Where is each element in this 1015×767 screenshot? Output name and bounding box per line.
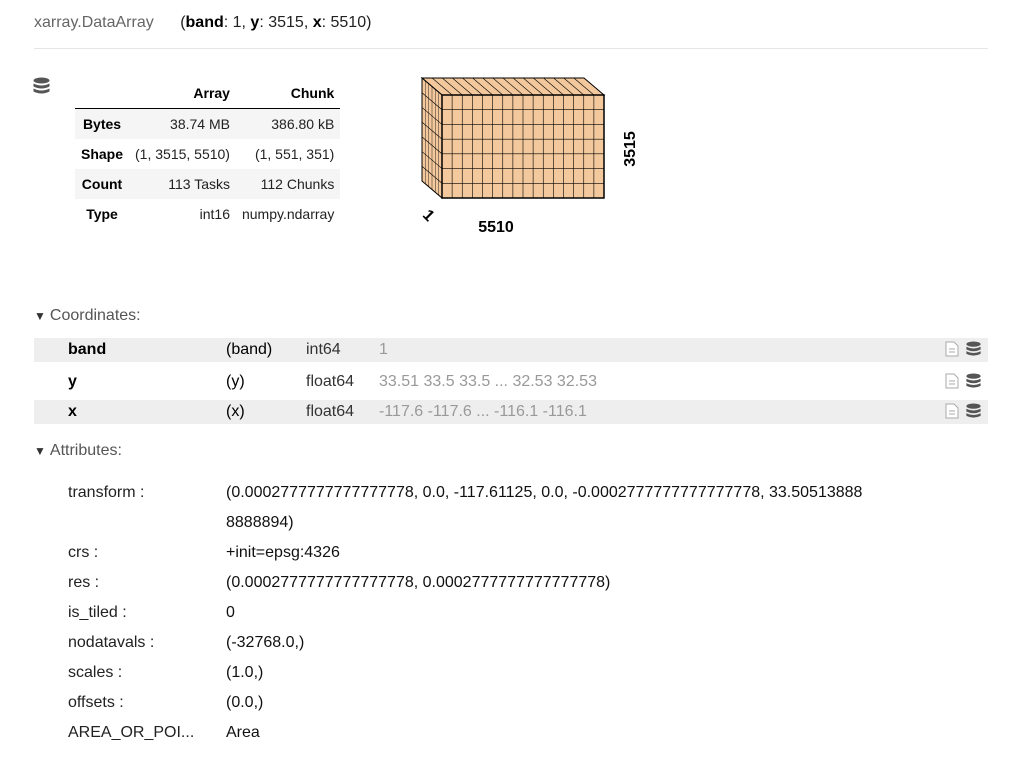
coord-dims: (band) [226, 341, 273, 358]
x-size-label: 5510 [478, 219, 514, 236]
chunk-value: numpy.ndarray [241, 206, 335, 222]
row-label: Count [81, 176, 123, 192]
row-label: Type [86, 206, 118, 222]
attribute-key: offsets : [68, 694, 124, 711]
attribute-key: is_tiled : [68, 604, 127, 621]
chunk-grid [420, 76, 606, 200]
array-value: (1, 3515, 5510) [135, 146, 230, 162]
chunk-diagram: 5510 3515 1 [419, 76, 639, 236]
coord-name: x [68, 403, 77, 420]
database-icon[interactable] [33, 77, 50, 95]
file-attributes-icon[interactable] [945, 403, 959, 419]
class-name: xarray.DataArray [34, 14, 154, 31]
header-divider [34, 48, 988, 49]
attribute-row: crs : +init=epsg:4326 [34, 538, 988, 568]
dim-name: x [312, 14, 322, 31]
attributes-section-toggle[interactable]: ▼ Attributes: [34, 442, 122, 460]
dims-summary: (band: 1, y: 3515, x: 5510) [180, 14, 372, 31]
col-header-array: Array [129, 78, 236, 109]
coord-name: y [68, 373, 77, 390]
dim-size: 3515 [268, 14, 304, 31]
attribute-value: (-32768.0,) [226, 634, 305, 651]
file-attributes-icon[interactable] [945, 341, 959, 357]
expand-triangle-icon: ▼ [34, 309, 46, 323]
attribute-key: transform : [68, 484, 145, 501]
database-icon[interactable] [965, 373, 982, 389]
table-row: Count 113 Tasks 112 Chunks [75, 169, 341, 199]
attribute-key: res : [68, 574, 100, 591]
chunk-value: 112 Chunks [260, 176, 335, 192]
dim-size: 5510 [330, 14, 367, 31]
coord-preview: -117.6 -117.6 ... -116.1 -116.1 [379, 403, 587, 420]
attribute-key: crs : [68, 544, 99, 561]
coord-dtype: float64 [306, 403, 355, 420]
col-header-chunk: Chunk [235, 78, 341, 109]
array-value: int16 [199, 206, 230, 222]
dim-name: band [185, 14, 224, 31]
row-label: Bytes [82, 116, 122, 132]
attribute-value: (0.0002777777777777778, 0.0, -117.61125,… [226, 484, 863, 531]
database-icon[interactable] [965, 341, 982, 357]
coord-name: band [68, 341, 107, 358]
array-value: 113 Tasks [168, 176, 230, 192]
coord-preview: 33.51 33.5 33.5 ... 32.53 32.53 [379, 373, 597, 390]
row-label: Shape [81, 146, 124, 162]
coordinate-row: y (y) float64 33.51 33.5 33.5 ... 32.53 … [34, 370, 988, 394]
table-row: Type int16 numpy.ndarray [75, 199, 340, 229]
chunk-value: (1, 551, 351) [254, 146, 335, 162]
chunk-value: 386.80 kB [271, 116, 335, 132]
array-value: 38.74 MB [170, 116, 230, 132]
coord-dims: (y) [226, 373, 245, 390]
attribute-value: (0.0,) [226, 694, 264, 711]
attribute-row: offsets : (0.0,) [34, 688, 988, 718]
depth-size-label: 1 [419, 207, 437, 225]
table-row: Bytes 38.74 MB 386.80 kB [75, 108, 341, 139]
coordinate-row: x (x) float64 -117.6 -117.6 ... -116.1 -… [34, 400, 988, 424]
attribute-key: AREA_OR_POI... [68, 724, 195, 741]
coordinates-section-toggle[interactable]: ▼ Coordinates: [34, 307, 141, 325]
file-attributes-icon[interactable] [945, 373, 959, 389]
attribute-row: transform : (0.0002777777777777778, 0.0,… [34, 478, 988, 538]
attribute-value: (1.0,) [226, 664, 264, 681]
corner-header [75, 78, 130, 109]
coordinate-row: band (band) int64 1 [34, 338, 988, 362]
attribute-row: res : (0.0002777777777777778, 0.00027777… [34, 568, 988, 598]
coord-dtype: float64 [306, 373, 355, 390]
attribute-value: 0 [226, 604, 235, 621]
coordinates-title: Coordinates: [49, 307, 141, 324]
attribute-value: Area [226, 724, 260, 741]
table-row: Shape (1, 3515, 5510) (1, 551, 351) [75, 139, 340, 169]
dim-name: y [250, 14, 260, 31]
dask-summary-table: Array Chunk Bytes 38.74 MB 386.80 kB Sha… [75, 78, 341, 229]
expand-triangle-icon: ▼ [34, 444, 46, 458]
attribute-key: nodatavals : [68, 634, 155, 651]
attribute-row: nodatavals : (-32768.0,) [34, 628, 988, 658]
coord-dims: (x) [226, 403, 245, 420]
database-icon[interactable] [965, 403, 982, 419]
attributes-list: transform : (0.0002777777777777778, 0.0,… [34, 478, 988, 748]
attribute-value: +init=epsg:4326 [226, 544, 340, 561]
coord-dtype: int64 [306, 341, 341, 358]
attribute-row: is_tiled : 0 [34, 598, 988, 628]
coord-preview: 1 [379, 341, 388, 358]
attribute-value: (0.0002777777777777778, 0.00027777777777… [226, 574, 611, 591]
attributes-title: Attributes: [49, 442, 122, 459]
y-size-label: 3515 [622, 131, 639, 167]
attribute-row: scales : (1.0,) [34, 658, 988, 688]
dataarray-header: xarray.DataArray (band: 1, y: 3515, x: 5… [34, 14, 371, 32]
dim-size: 1 [232, 14, 242, 31]
attribute-row: AREA_OR_POI... Area [34, 718, 988, 748]
attribute-key: scales : [68, 664, 123, 681]
